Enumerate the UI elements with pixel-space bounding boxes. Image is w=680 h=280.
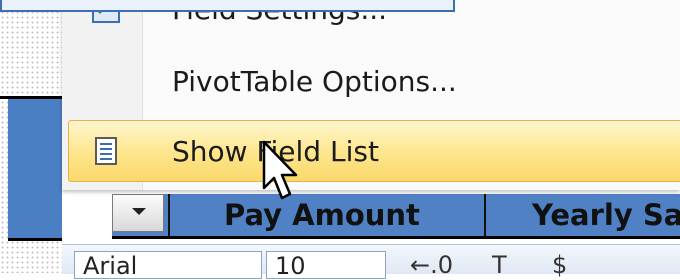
font-size-box[interactable]: 10 <box>266 251 386 280</box>
mouse-cursor-icon <box>262 140 298 200</box>
increase-decimal-icon[interactable]: ←.0 <box>410 251 453 279</box>
cell-border <box>8 238 62 241</box>
worksheet-grid <box>0 0 62 273</box>
text-color-icon[interactable]: T <box>492 251 507 279</box>
font-name-box[interactable]: Arial <box>74 251 262 280</box>
column-header-pay-amount[interactable]: Pay Amount <box>224 198 420 232</box>
context-menu: Field Settings... PivotTable Options... … <box>62 0 680 190</box>
column-divider <box>168 194 170 238</box>
row-border <box>112 236 680 239</box>
field-list-icon <box>95 137 117 165</box>
currency-icon[interactable]: $ <box>552 251 567 279</box>
column-header-yearly[interactable]: Yearly Sa <box>532 198 680 232</box>
menu-item-show-field-list[interactable]: Show Field List <box>62 120 680 182</box>
pivot-header-cell <box>8 99 62 240</box>
menu-item-label: PivotTable Options... <box>172 64 457 98</box>
filter-dropdown-button[interactable] <box>112 194 164 232</box>
menu-item-pivottable-options[interactable]: PivotTable Options... <box>62 50 680 112</box>
column-divider <box>484 194 486 238</box>
chevron-down-icon <box>132 208 146 215</box>
window-title-bar <box>0 0 455 12</box>
format-toolbar: Arial 10 ←.0 T $ <box>62 244 680 280</box>
pivot-header-row: Pay Amount Yearly Sa <box>112 194 680 239</box>
